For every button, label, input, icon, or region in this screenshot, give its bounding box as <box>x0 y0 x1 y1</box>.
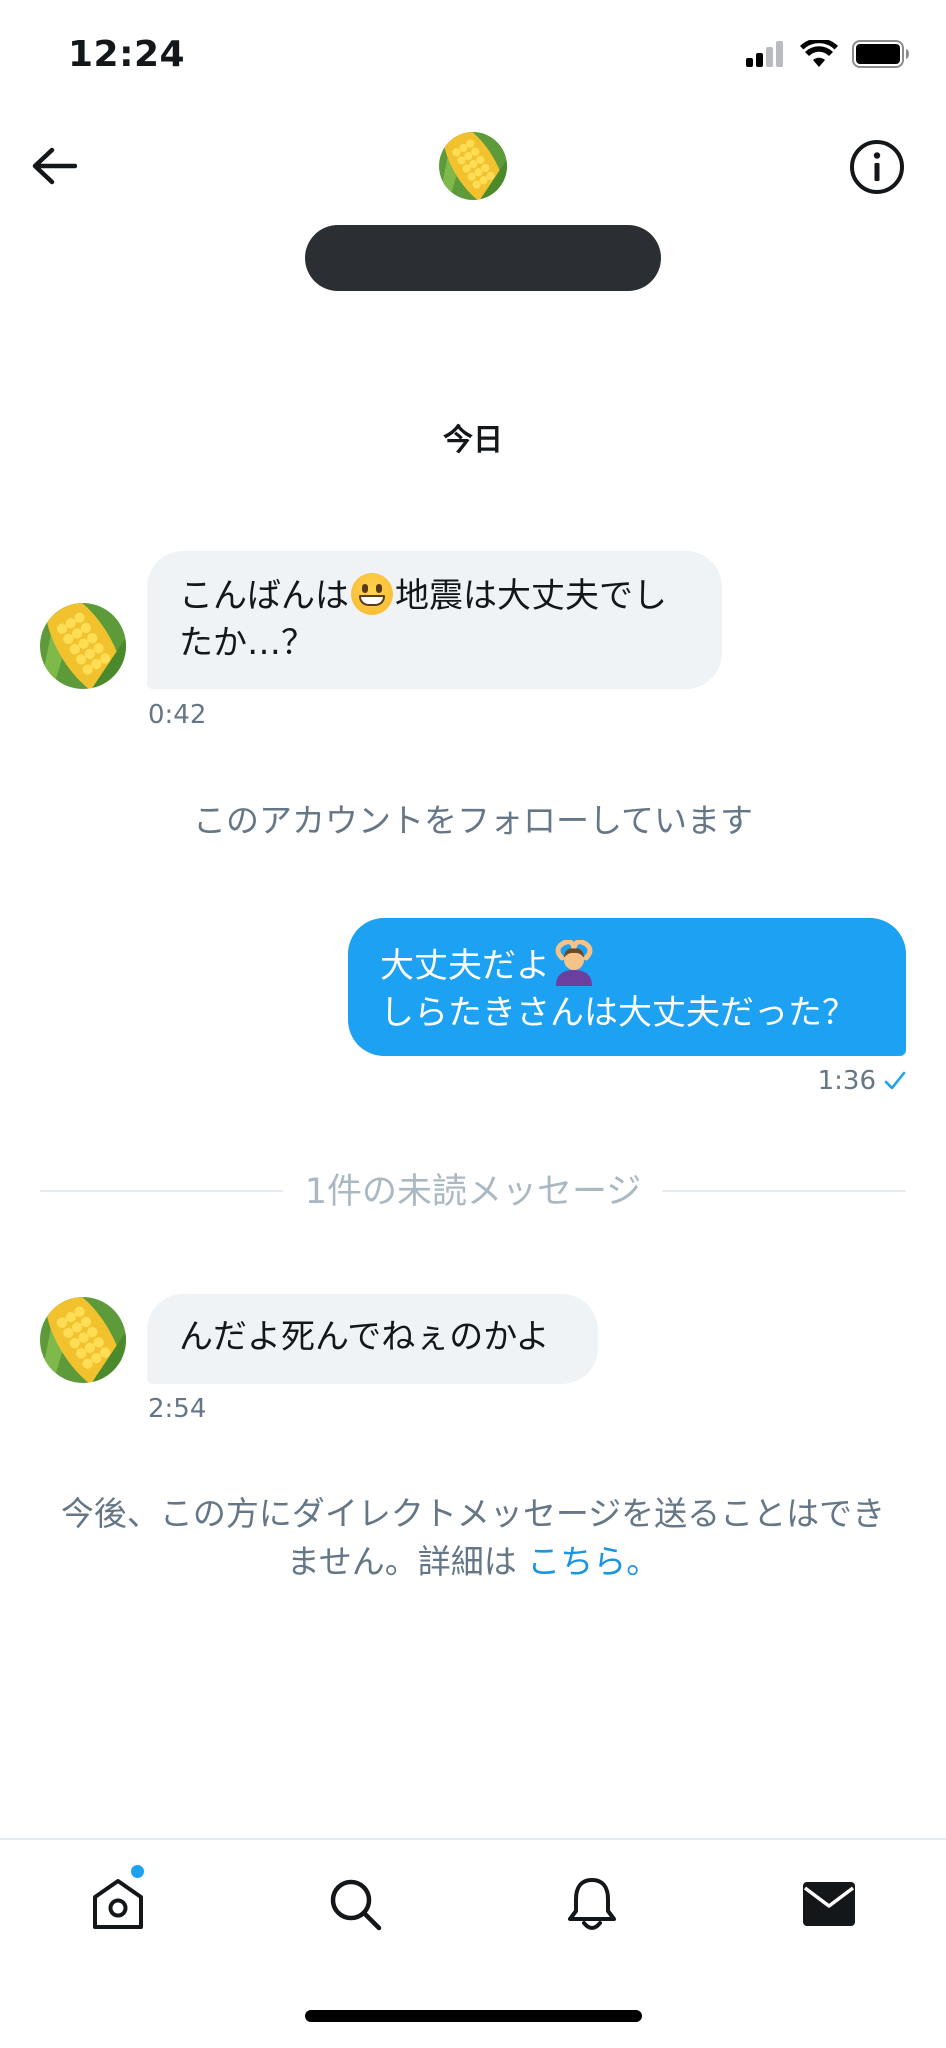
follow-notice: このアカウントをフォローしています <box>192 801 753 840</box>
nav-search[interactable] <box>323 1872 387 1936</box>
message-time: 1:36 <box>817 1066 876 1096</box>
arrow-left-icon <box>32 147 77 185</box>
sender-avatar[interactable] <box>40 1297 126 1383</box>
nav-notifications[interactable] <box>560 1872 624 1936</box>
date-separator: 今日 <box>443 423 503 458</box>
divider-line-right <box>662 1190 906 1192</box>
bottom-nav-border <box>0 1838 946 1840</box>
nav-messages[interactable] <box>797 1872 861 1936</box>
header-avatar[interactable] <box>439 132 507 200</box>
status-time: 12:24 <box>68 34 186 75</box>
learn-more-link[interactable]: こちら。 <box>527 1542 659 1581</box>
search-icon <box>330 1879 382 1931</box>
home-new-indicator <box>131 1865 144 1878</box>
battery-icon <box>852 40 910 72</box>
cellular-signal-icon <box>746 41 786 71</box>
message-bubble-incoming[interactable]: んだよ死んでねぇのかよ <box>147 1294 598 1384</box>
home-icon <box>93 1879 143 1929</box>
redacted-username <box>305 225 661 291</box>
message-time: 2:54 <box>148 1394 207 1424</box>
message-text: こんばんは 地震は大丈夫でし たか…？ <box>179 573 688 667</box>
wifi-icon <box>800 38 838 72</box>
message-text: 大丈夫だよ しらたきさんは大丈夫だった？ <box>380 939 872 1037</box>
message-time: 0:42 <box>148 700 207 730</box>
home-indicator-bar <box>305 2010 642 2022</box>
unread-divider: 1件の未読メッセージ <box>304 1172 642 1212</box>
dm-unavailable-notice: 今後、この方にダイレクトメッセージを送ることはでき ません。詳細は こちら。 <box>60 1494 886 1581</box>
back-button[interactable] <box>24 140 84 192</box>
sender-avatar[interactable] <box>40 603 126 689</box>
nav-home[interactable] <box>86 1872 150 1936</box>
info-circle-icon <box>850 140 904 194</box>
message-bubble-incoming[interactable]: こんばんは 地震は大丈夫でし たか…？ <box>147 551 722 689</box>
status-icons <box>746 38 910 72</box>
grinning-face-emoji <box>351 573 393 615</box>
message-bubble-outgoing[interactable]: 大丈夫だよ しらたきさんは大丈夫だった？ <box>348 918 906 1056</box>
messages-envelope-icon <box>803 1882 855 1926</box>
checkmark-icon <box>884 1071 906 1090</box>
message-meta: 1:36 <box>818 1066 906 1096</box>
conversation-info-button[interactable] <box>848 138 906 196</box>
notifications-bell-icon <box>568 1878 616 1930</box>
person-gesturing-ok-emoji <box>552 939 596 986</box>
message-text: んだよ死んでねぇのかよ <box>179 1317 550 1357</box>
